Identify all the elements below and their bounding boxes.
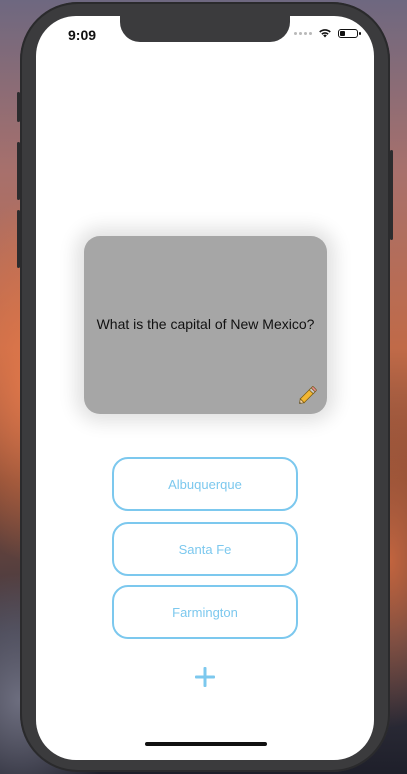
app-screen: 9:09 What is the capital of New Mexico? …: [36, 16, 374, 760]
volume-down-button: [17, 210, 20, 268]
plus-icon[interactable]: [192, 664, 218, 690]
status-icons: [294, 28, 361, 38]
answer-button-1[interactable]: Albuquerque: [112, 457, 298, 511]
battery-icon: [338, 28, 361, 38]
volume-up-button: [17, 142, 20, 200]
notch: [120, 16, 290, 42]
pencil-icon[interactable]: [297, 384, 319, 406]
status-time: 9:09: [68, 27, 97, 43]
home-indicator[interactable]: [145, 742, 267, 746]
flashcard-question: What is the capital of New Mexico?: [96, 316, 315, 332]
wifi-icon: [319, 29, 331, 38]
flashcard[interactable]: What is the capital of New Mexico?: [84, 236, 327, 414]
answer-button-3[interactable]: Farmington: [112, 585, 298, 639]
power-button: [390, 150, 393, 240]
mute-switch: [17, 92, 20, 122]
answer-button-2[interactable]: Santa Fe: [112, 522, 298, 576]
signal-icon: [294, 31, 312, 35]
